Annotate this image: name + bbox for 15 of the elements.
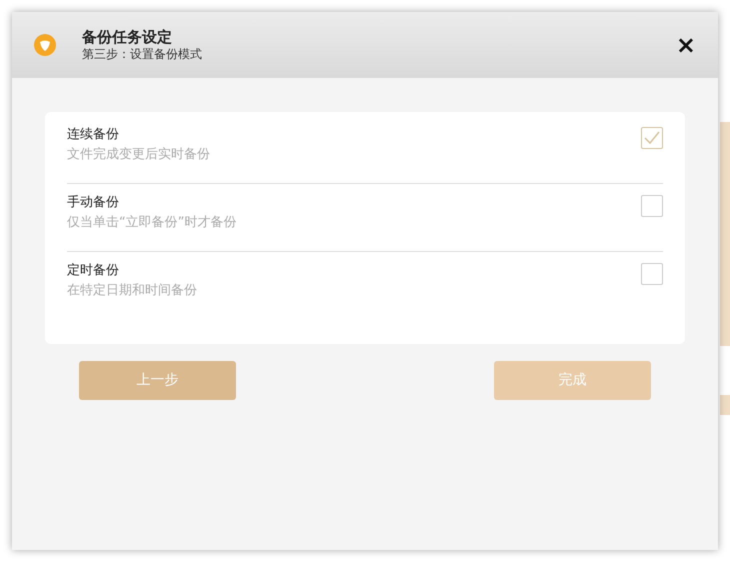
checkbox[interactable] [641, 263, 663, 285]
checkbox[interactable] [641, 127, 663, 149]
dialog-title: 备份任务设定 [82, 28, 173, 46]
option-description: 在特定日期和时间备份 [67, 282, 197, 300]
option-label: 定时备份 [67, 262, 120, 280]
option-label: 连续备份 [67, 126, 120, 144]
background-panel [720, 395, 730, 415]
option-description: 仅当单击“立即备份”时才备份 [67, 214, 236, 232]
app-logo-icon [32, 32, 58, 58]
previous-button[interactable]: 上一步 [79, 361, 236, 400]
option-description: 文件完成变更后实时备份 [67, 146, 210, 164]
checkbox[interactable] [641, 195, 663, 217]
option-label: 手动备份 [67, 194, 120, 212]
dialog-subtitle: 第三步：设置备份模式 [82, 46, 202, 62]
close-button[interactable]: × [674, 33, 698, 57]
